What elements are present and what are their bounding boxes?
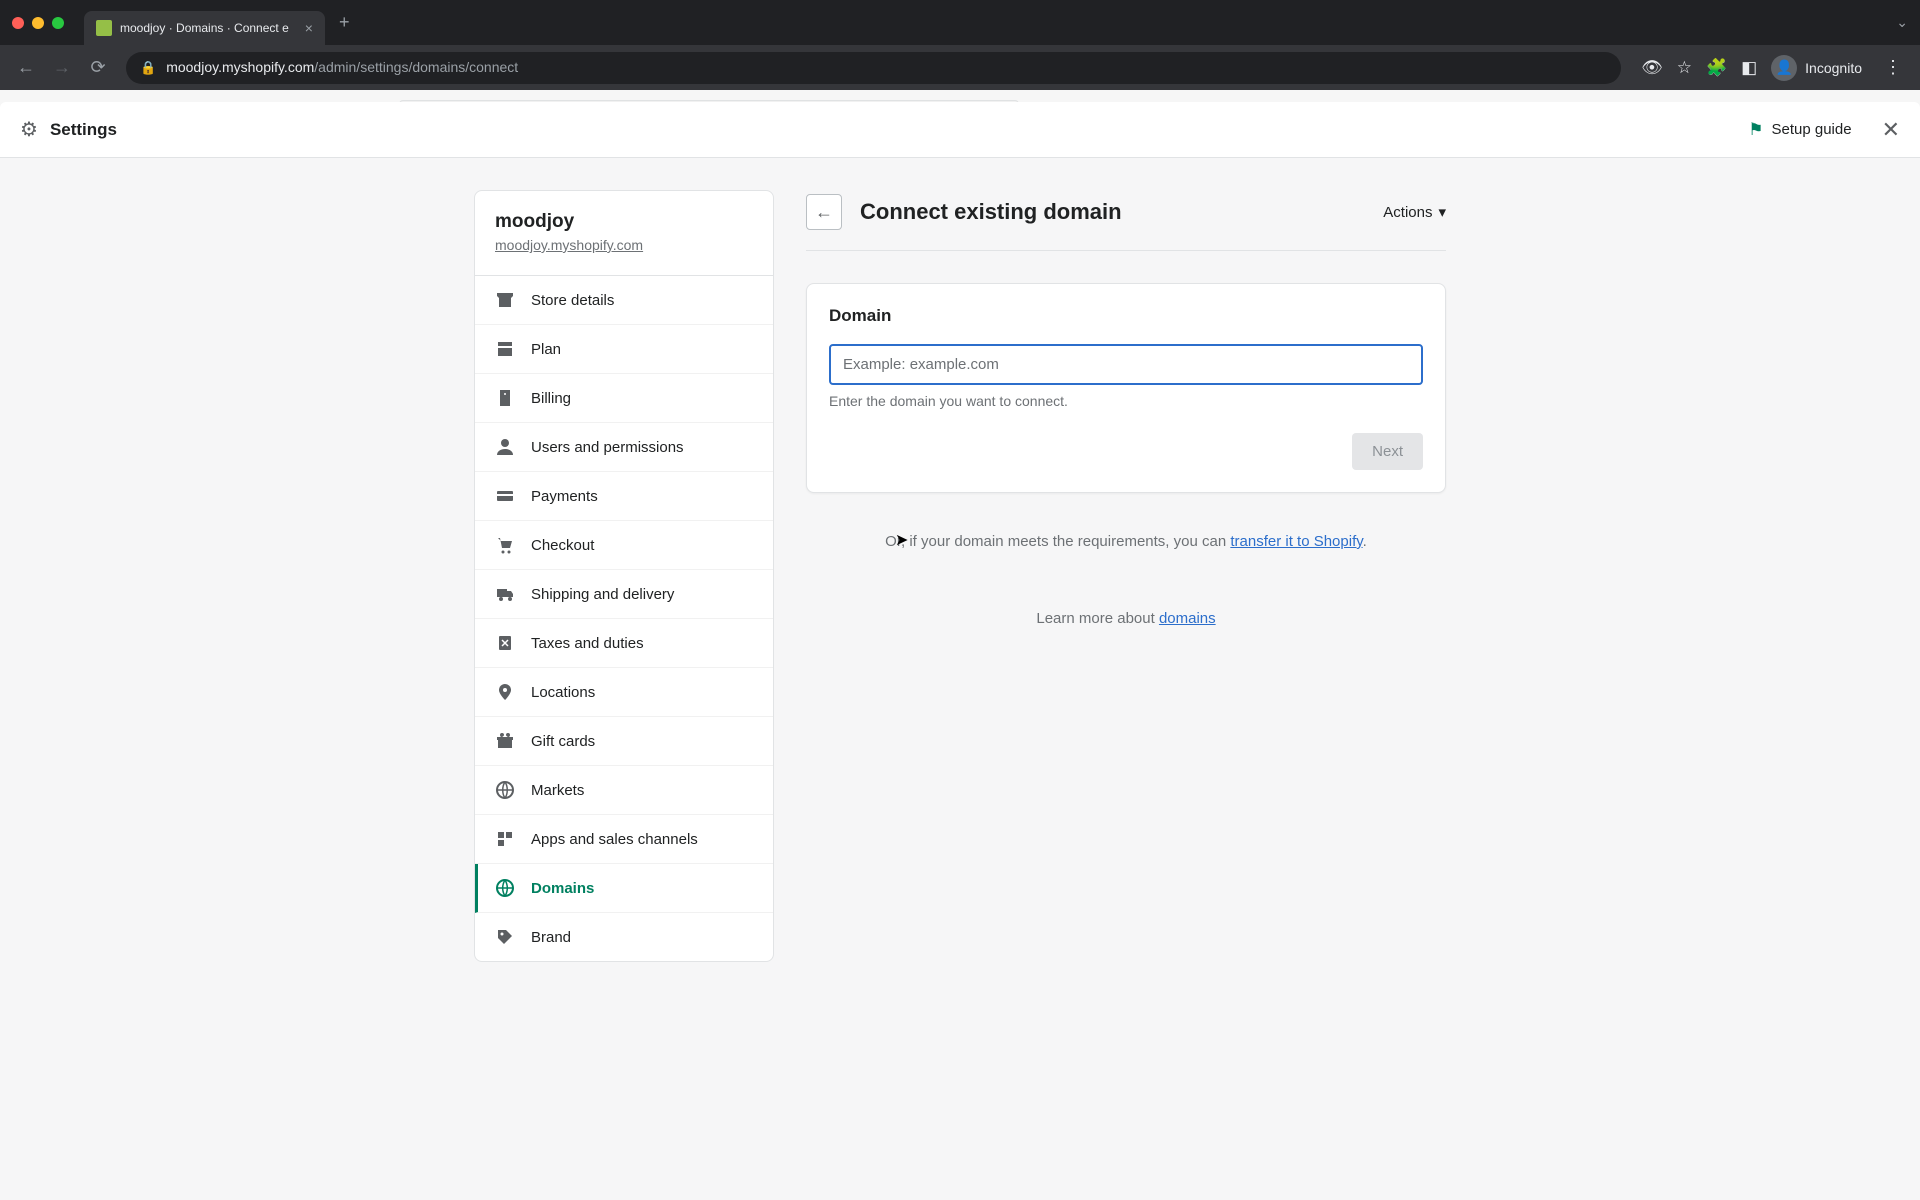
nav-checkout[interactable]: Checkout bbox=[475, 521, 773, 570]
billing-icon bbox=[495, 388, 515, 408]
flag-icon: ⚑ bbox=[1748, 120, 1763, 140]
extensions-icon[interactable]: 🧩 bbox=[1706, 58, 1727, 78]
nav-users[interactable]: Users and permissions bbox=[475, 423, 773, 472]
domains-icon bbox=[495, 878, 515, 898]
actions-label: Actions bbox=[1383, 204, 1432, 221]
nav-shipping[interactable]: Shipping and delivery bbox=[475, 570, 773, 619]
transfer-link[interactable]: transfer it to Shopify bbox=[1230, 533, 1362, 550]
address-bar[interactable]: 🔒 moodjoy.myshopify.com/admin/settings/d… bbox=[126, 52, 1621, 84]
reload-button[interactable]: ⟳ bbox=[82, 52, 114, 84]
actions-dropdown[interactable]: Actions ▾ bbox=[1383, 203, 1446, 221]
tab-overflow-button[interactable]: ⌄ bbox=[1896, 14, 1908, 31]
payments-icon bbox=[495, 486, 515, 506]
setup-guide-label: Setup guide bbox=[1771, 121, 1851, 138]
card-footer: Next bbox=[829, 433, 1423, 470]
nav-brand[interactable]: Brand bbox=[475, 913, 773, 961]
locations-icon bbox=[495, 682, 515, 702]
settings-title: Settings bbox=[50, 120, 117, 140]
browser-toolbar-icons: 👁 ☆ 🧩 ◧ 👤 Incognito ⋮ bbox=[1633, 55, 1910, 81]
new-tab-button[interactable]: + bbox=[339, 12, 350, 33]
settings-nav: Store details Plan Billing Users and per… bbox=[475, 276, 773, 961]
maximize-window-button[interactable] bbox=[52, 17, 64, 29]
browser-tab-strip: moodjoy · Domains · Connect e × + ⌄ bbox=[0, 0, 1920, 45]
gift-icon bbox=[495, 731, 515, 751]
page-title: Connect existing domain bbox=[860, 199, 1122, 225]
incognito-label: Incognito bbox=[1805, 60, 1862, 76]
brand-icon bbox=[495, 927, 515, 947]
back-button[interactable]: ← bbox=[10, 52, 42, 84]
taxes-icon bbox=[495, 633, 515, 653]
close-modal-button[interactable]: ✕ bbox=[1882, 117, 1900, 143]
apps-icon bbox=[495, 829, 515, 849]
settings-modal: ⚙ Settings ⚑ Setup guide ✕ moodjoy moodj… bbox=[0, 102, 1920, 1200]
card-title: Domain bbox=[829, 306, 1423, 326]
domains-help-link[interactable]: domains bbox=[1159, 610, 1216, 627]
shipping-icon bbox=[495, 584, 515, 604]
settings-header: ⚙ Settings ⚑ Setup guide ✕ bbox=[0, 102, 1920, 158]
next-button[interactable]: Next bbox=[1352, 433, 1423, 470]
page-header: ← Connect existing domain Actions ▾ bbox=[806, 190, 1446, 251]
app-root: shopify 🔍 Search RK Ramy Khuffash ⚙ Sett… bbox=[0, 90, 1920, 1200]
store-icon bbox=[495, 290, 515, 310]
plan-icon bbox=[495, 339, 515, 359]
incognito-icon: 👤 bbox=[1771, 55, 1797, 81]
store-name: moodjoy bbox=[495, 211, 753, 233]
domain-help-text: Enter the domain you want to connect. bbox=[829, 393, 1423, 409]
setup-guide-link[interactable]: ⚑ Setup guide bbox=[1748, 120, 1851, 140]
nav-locations[interactable]: Locations bbox=[475, 668, 773, 717]
nav-apps[interactable]: Apps and sales channels bbox=[475, 815, 773, 864]
back-button[interactable]: ← bbox=[806, 194, 842, 230]
checkout-icon bbox=[495, 535, 515, 555]
domain-input[interactable] bbox=[829, 344, 1423, 385]
browser-tab[interactable]: moodjoy · Domains · Connect e × bbox=[84, 11, 325, 45]
eye-off-icon[interactable]: 👁 bbox=[1641, 58, 1663, 78]
nav-plan[interactable]: Plan bbox=[475, 325, 773, 374]
domain-card: Domain Enter the domain you want to conn… bbox=[806, 283, 1446, 493]
nav-store-details[interactable]: Store details bbox=[475, 276, 773, 325]
nav-taxes[interactable]: Taxes and duties bbox=[475, 619, 773, 668]
nav-domains[interactable]: Domains bbox=[475, 864, 773, 913]
learn-more-text: Learn more about domains bbox=[806, 610, 1446, 627]
gear-icon: ⚙ bbox=[20, 117, 38, 142]
nav-payments[interactable]: Payments bbox=[475, 472, 773, 521]
browser-toolbar: ← → ⟳ 🔒 moodjoy.myshopify.com/admin/sett… bbox=[0, 45, 1920, 90]
transfer-text: Or, if your domain meets the requirement… bbox=[806, 533, 1446, 550]
store-header: moodjoy moodjoy.myshopify.com bbox=[475, 191, 773, 276]
store-url-link[interactable]: moodjoy.myshopify.com bbox=[495, 237, 643, 253]
settings-body: moodjoy moodjoy.myshopify.com Store deta… bbox=[0, 158, 1920, 1200]
chevron-down-icon: ▾ bbox=[1438, 203, 1446, 221]
forward-button[interactable]: → bbox=[46, 52, 78, 84]
profile-chip[interactable]: 👤 Incognito bbox=[1771, 55, 1862, 81]
close-window-button[interactable] bbox=[12, 17, 24, 29]
content-area: ← Connect existing domain Actions ▾ Doma… bbox=[806, 190, 1446, 1168]
tab-title: moodjoy · Domains · Connect e bbox=[120, 21, 289, 35]
markets-icon bbox=[495, 780, 515, 800]
tab-favicon bbox=[96, 20, 112, 36]
users-icon bbox=[495, 437, 515, 457]
browser-menu-button[interactable]: ⋮ bbox=[1884, 57, 1902, 78]
window-controls bbox=[12, 17, 64, 29]
close-tab-button[interactable]: × bbox=[305, 20, 313, 36]
url-text: moodjoy.myshopify.com/admin/settings/dom… bbox=[166, 59, 518, 77]
nav-billing[interactable]: Billing bbox=[475, 374, 773, 423]
bookmark-icon[interactable]: ☆ bbox=[1677, 58, 1692, 78]
side-panel-icon[interactable]: ◧ bbox=[1741, 58, 1757, 78]
nav-gift-cards[interactable]: Gift cards bbox=[475, 717, 773, 766]
nav-markets[interactable]: Markets bbox=[475, 766, 773, 815]
minimize-window-button[interactable] bbox=[32, 17, 44, 29]
settings-sidebar: moodjoy moodjoy.myshopify.com Store deta… bbox=[474, 190, 774, 962]
lock-icon: 🔒 bbox=[140, 60, 156, 76]
